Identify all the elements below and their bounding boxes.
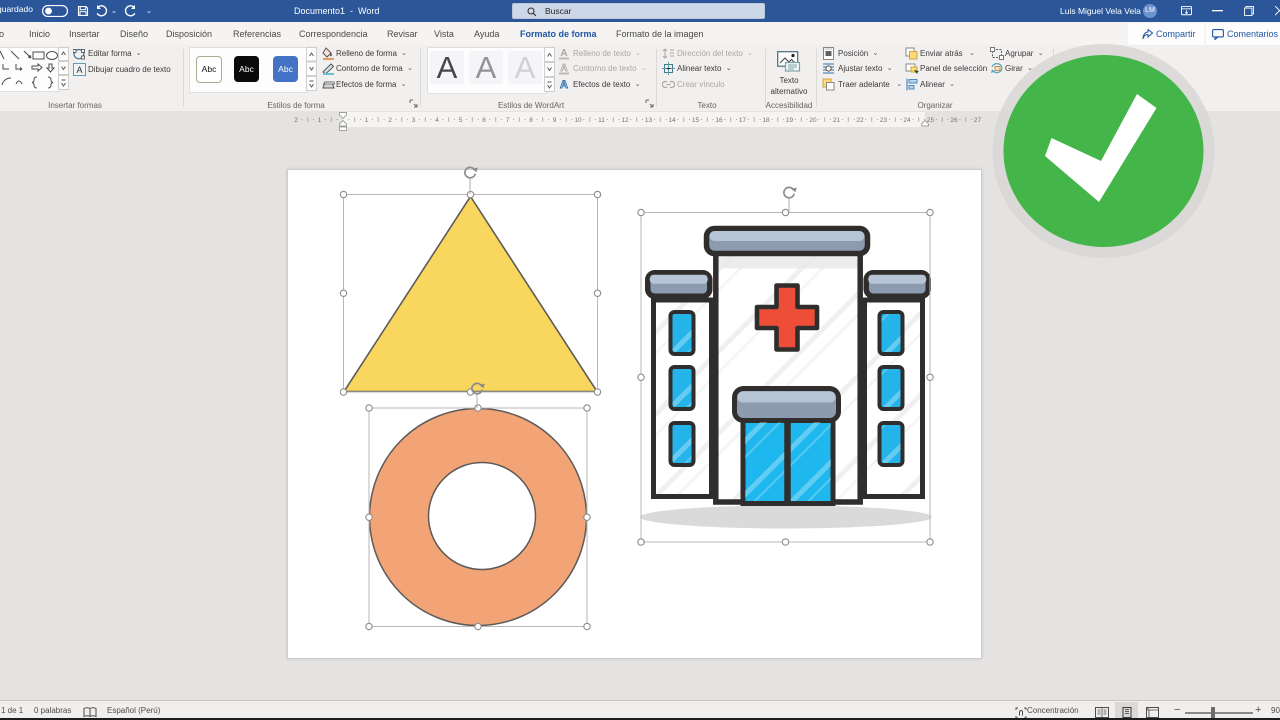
svg-text:23: 23 (880, 117, 888, 124)
svg-text:8: 8 (529, 117, 533, 124)
svg-text:A: A (76, 65, 82, 75)
svg-text:19: 19 (786, 117, 794, 124)
svg-text:22: 22 (856, 117, 864, 124)
svg-text:1: 1 (318, 117, 322, 124)
svg-text:24: 24 (903, 117, 911, 124)
svg-text:26: 26 (950, 117, 958, 124)
svg-text:5: 5 (459, 117, 463, 124)
svg-text:27: 27 (974, 117, 982, 124)
svg-text:17: 17 (739, 117, 747, 124)
svg-text:4: 4 (435, 117, 439, 124)
svg-text:11: 11 (598, 117, 605, 124)
svg-text:18: 18 (762, 117, 770, 124)
svg-text:16: 16 (715, 117, 723, 124)
svg-text:14: 14 (668, 117, 676, 124)
svg-text:6: 6 (482, 117, 486, 124)
svg-text:2: 2 (388, 117, 392, 124)
svg-text:10: 10 (574, 117, 582, 124)
svg-text:21: 21 (833, 117, 841, 124)
svg-text:12: 12 (621, 117, 629, 124)
svg-text:9: 9 (553, 117, 557, 124)
svg-text:15: 15 (692, 117, 700, 124)
svg-text:1: 1 (365, 117, 369, 124)
svg-text:20: 20 (809, 117, 817, 124)
svg-text:13: 13 (645, 117, 653, 124)
svg-text:A: A (560, 79, 568, 91)
svg-text:A: A (560, 48, 567, 59)
svg-text:2: 2 (294, 117, 298, 124)
svg-text:7: 7 (506, 117, 510, 124)
svg-text:A: A (560, 63, 567, 74)
svg-text:3: 3 (412, 117, 416, 124)
